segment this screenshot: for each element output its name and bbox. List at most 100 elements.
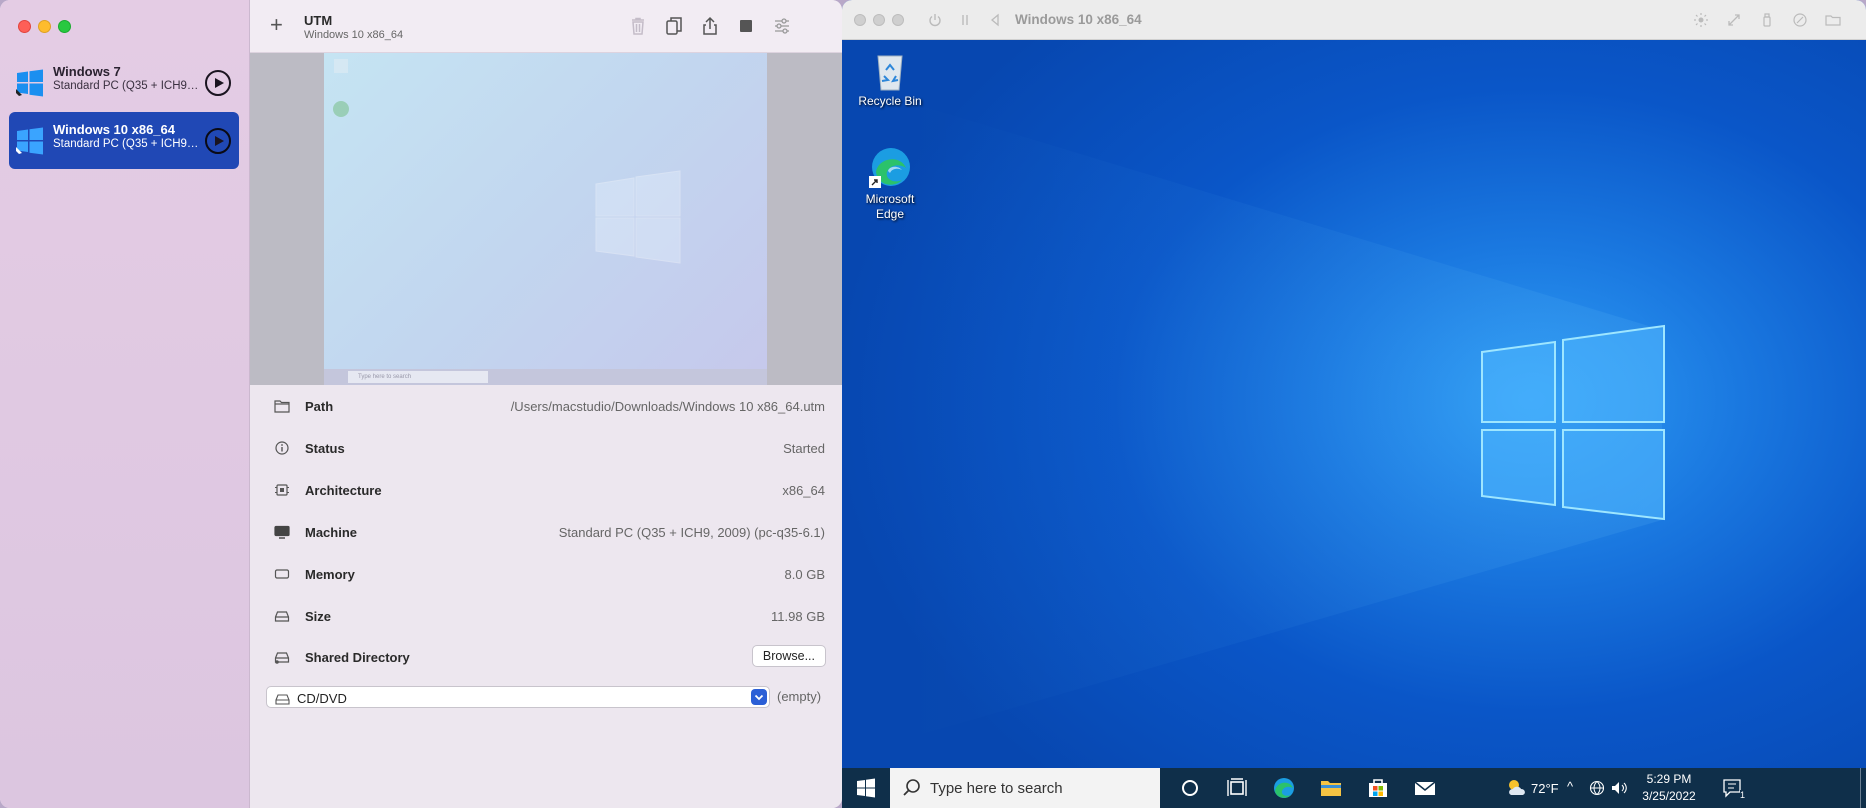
taskbar-mail-button[interactable] [1402, 768, 1448, 808]
clone-icon[interactable] [664, 16, 684, 36]
trash-icon[interactable] [628, 16, 648, 36]
vm-name: Windows 7 [53, 64, 121, 79]
chevron-up-icon[interactable]: ^ [1567, 779, 1573, 794]
resize-icon[interactable] [1726, 12, 1742, 28]
clock-date[interactable]: 3/25/2022 [1631, 789, 1707, 803]
task-view-icon [1227, 778, 1247, 796]
power-icon[interactable] [927, 12, 943, 28]
cd-dvd-label: CD/DVD [297, 691, 347, 706]
share-icon[interactable] [700, 16, 720, 36]
detail-value: x86_64 [782, 483, 825, 498]
stop-icon[interactable] [736, 16, 756, 36]
windows-start-icon [857, 778, 875, 798]
settings-icon[interactable] [772, 16, 792, 36]
add-vm-button[interactable]: + [270, 14, 290, 36]
zoom-window-button[interactable] [892, 14, 904, 26]
toolbar-title: UTM [304, 13, 333, 28]
mail-icon [1414, 781, 1436, 795]
detail-row-architecture: Architecture x86_64 [250, 469, 842, 511]
minimize-window-button[interactable] [873, 14, 885, 26]
info-icon [274, 441, 290, 455]
taskbar-file-explorer-button[interactable] [1308, 768, 1354, 808]
windows-desktop[interactable]: Recycle Bin Microsoft Edge [842, 40, 1866, 768]
cd-dvd-select[interactable]: CD/DVD [266, 686, 770, 708]
cortana-button[interactable] [1167, 768, 1213, 808]
display-icon [274, 525, 290, 539]
volume-icon[interactable] [1610, 780, 1628, 796]
usb-icon[interactable] [1759, 12, 1775, 28]
start-vm-button[interactable] [205, 128, 231, 154]
clock-time[interactable]: 5:29 PM [1631, 772, 1707, 786]
recycle-bin-icon [868, 48, 912, 92]
cpu-icon [274, 483, 290, 497]
vm-window-title: Windows 10 x86_64 [1015, 12, 1142, 27]
back-icon[interactable] [987, 12, 1003, 28]
toolbar-subtitle: Windows 10 x86_64 [304, 29, 404, 41]
start-vm-button[interactable] [205, 70, 231, 96]
utm-window: Windows 7 Standard PC (Q35 + ICH9, 2009)… [0, 0, 842, 808]
zoom-window-button[interactable] [58, 20, 71, 33]
task-view-button[interactable] [1214, 768, 1260, 808]
search-icon [903, 779, 920, 796]
desktop-icon-label: Recycle Bin [858, 94, 922, 108]
windows-taskbar: Type here to search 72°F ^ 5:29 PM 3/25/… [842, 768, 1866, 808]
detail-label: Architecture [305, 483, 382, 498]
weather-temperature[interactable]: 72°F [1531, 781, 1559, 796]
close-window-button[interactable] [18, 20, 31, 33]
desktop-icon-microsoft-edge[interactable]: Microsoft Edge [853, 146, 927, 222]
vm-name: Windows 10 x86_64 [53, 122, 175, 137]
show-desktop-button[interactable] [1860, 768, 1861, 808]
vm-subtitle: Standard PC (Q35 + ICH9, 2009) [53, 138, 201, 150]
taskbar-store-button[interactable] [1355, 768, 1401, 808]
preview-windows-logo-icon [333, 59, 681, 264]
folder-icon [1321, 781, 1341, 796]
detail-row-status: Status Started [250, 427, 842, 469]
detail-value: 11.98 GB [771, 609, 825, 624]
utm-toolbar: + UTM Windows 10 x86_64 [250, 0, 842, 53]
memory-icon [274, 567, 290, 581]
vm-preview[interactable]: Type here to search [250, 53, 842, 385]
brightness-icon[interactable] [1693, 12, 1709, 28]
detail-row-memory: Memory 8.0 GB [250, 553, 842, 595]
folder-icon [274, 399, 290, 413]
desktop-icon-recycle-bin[interactable]: Recycle Bin [853, 48, 927, 109]
detail-value: /Users/macstudio/Downloads/Windows 10 x8… [510, 399, 825, 414]
windows-wallpaper-logo-icon [902, 100, 1665, 740]
edge-icon [1274, 778, 1294, 798]
detail-label: Status [305, 441, 345, 456]
shared-folder-icon[interactable] [1825, 12, 1841, 28]
cd-dvd-value: (empty) [777, 689, 822, 704]
vm-list-item-windows-10[interactable]: Windows 10 x86_64 Standard PC (Q35 + ICH… [9, 112, 239, 169]
detail-label: Machine [305, 525, 358, 540]
edge-icon [868, 146, 912, 190]
taskbar-edge-button[interactable] [1261, 768, 1307, 808]
chevron-down-icon[interactable] [751, 689, 767, 705]
windows-logo-icon [15, 68, 45, 98]
vm-window-titlebar: Windows 10 x86_64 [842, 0, 1866, 40]
detail-row-size: Size 11.98 GB [250, 595, 842, 637]
pause-icon[interactable] [957, 12, 973, 28]
taskbar-search-box[interactable]: Type here to search [890, 768, 1160, 808]
disc-icon[interactable] [1792, 12, 1808, 28]
close-window-button[interactable] [854, 14, 866, 26]
vm-details-panel: Path /Users/macstudio/Downloads/Windows … [250, 385, 842, 808]
shared-drive-icon [274, 650, 290, 664]
minimize-window-button[interactable] [38, 20, 51, 33]
browse-button[interactable]: Browse... [751, 645, 826, 667]
preview-search-box: Type here to search [348, 371, 488, 383]
drive-icon [274, 609, 290, 623]
vm-sidebar: Windows 7 Standard PC (Q35 + ICH9, 2009)… [0, 0, 250, 808]
detail-label: Memory [305, 567, 355, 582]
notification-count: 1 [1740, 790, 1746, 800]
network-icon[interactable] [1589, 780, 1605, 796]
detail-row-machine: Machine Standard PC (Q35 + ICH9, 2009) (… [250, 511, 842, 553]
vm-preview-screen[interactable]: Type here to search [324, 53, 767, 385]
start-button[interactable] [842, 768, 890, 808]
detail-row-shared-directory: Shared Directory Browse... [250, 636, 842, 678]
windows-logo-icon [15, 126, 45, 156]
vm-list-item-windows-7[interactable]: Windows 7 Standard PC (Q35 + ICH9, 2009) [9, 54, 239, 111]
detail-value: Started [783, 441, 825, 456]
weather-icon[interactable] [1506, 777, 1528, 799]
cd-drive-icon [275, 692, 290, 705]
detail-value: Standard PC (Q35 + ICH9, 2009) (pc-q35-6… [558, 525, 825, 540]
